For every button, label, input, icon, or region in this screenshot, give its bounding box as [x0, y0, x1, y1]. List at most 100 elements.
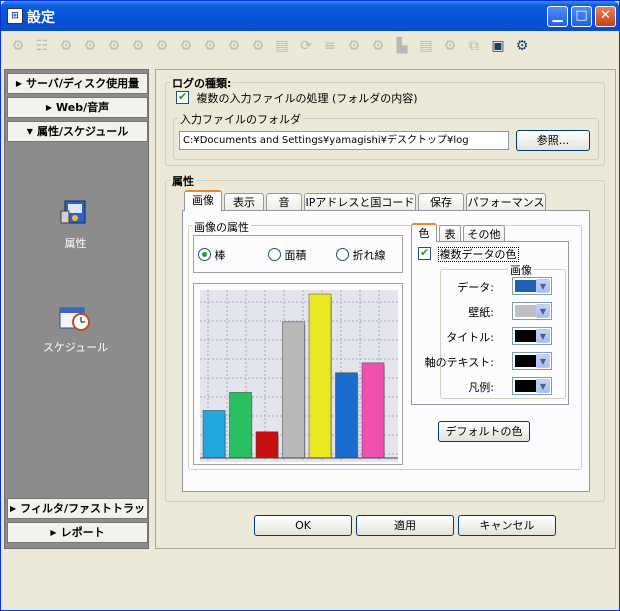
- triangle-right-icon: ▶: [50, 528, 57, 537]
- nav-label: レポート: [60, 526, 105, 539]
- tab-performance[interactable]: パフォーマンス: [466, 193, 546, 211]
- tool-icon[interactable]: ⧉: [465, 37, 483, 55]
- triangle-right-icon: ▶: [45, 103, 53, 112]
- color-swatch: [515, 355, 537, 367]
- nav-label: サーバ/ディスク使用量: [26, 77, 140, 90]
- tool-icon[interactable]: ⚙: [57, 37, 75, 55]
- window-title: 設定: [27, 10, 55, 26]
- chevron-down-icon[interactable]: ▼: [536, 329, 550, 343]
- multi-input-label: 複数の入力ファイルの処理 (フォルダの内容): [196, 92, 418, 105]
- tool-icon[interactable]: ⚙: [9, 37, 27, 55]
- color-picker[interactable]: ▼: [512, 302, 552, 320]
- color-swatch: [515, 330, 537, 342]
- tool-icon[interactable]: ▤: [273, 37, 291, 55]
- image-attr-title: 画像の属性: [192, 219, 251, 235]
- preview-bar: [282, 321, 305, 459]
- preview-bar: [202, 410, 226, 459]
- tool-icon[interactable]: ⚙: [345, 37, 363, 55]
- tab-image[interactable]: 画像: [184, 190, 222, 211]
- tool-icon[interactable]: ▙: [393, 37, 411, 55]
- radio-bar[interactable]: [198, 248, 211, 261]
- tool-icon[interactable]: ⚙: [225, 37, 243, 55]
- preview-bar: [308, 293, 332, 459]
- subtab-color[interactable]: 色: [411, 223, 437, 242]
- tool-icon[interactable]: ⚙: [129, 37, 147, 55]
- nav-server-disk[interactable]: ▶ サーバ/ディスク使用量: [7, 73, 148, 94]
- multi-input-option[interactable]: 複数の入力ファイルの処理 (フォルダの内容): [176, 90, 418, 106]
- apply-button[interactable]: 適用: [356, 515, 454, 536]
- color-subpanel: 複数データの色 画像 データ: ▼ 壁紙: ▼ タイトル: ▼ 軸のテキスト: ▼ 凡例: ▼: [411, 241, 569, 405]
- schedule-icon[interactable]: [57, 300, 91, 334]
- tool-icon[interactable]: ▤: [417, 37, 435, 55]
- attributes-icon[interactable]: [57, 195, 91, 229]
- tab-ip-country[interactable]: IPアドレスと国コード: [304, 193, 416, 211]
- color-picker[interactable]: ▼: [512, 327, 552, 345]
- tool-icon[interactable]: ⚙: [153, 37, 171, 55]
- radio-bar-option[interactable]: 棒: [198, 247, 226, 263]
- default-color-button[interactable]: デフォルトの色: [438, 421, 530, 442]
- tab-sound[interactable]: 音: [266, 193, 302, 211]
- tool-icon[interactable]: ⚙: [105, 37, 123, 55]
- color-row-label: 軸のテキスト:: [424, 356, 494, 369]
- settings-window: ⊞ 設定 ▁ □ ✕ ⚙ ☷ ⚙ ⚙ ⚙ ⚙ ⚙ ⚙ ⚙ ⚙ ⚙ ▤ ⟳ ≡ ⚙…: [0, 0, 620, 611]
- tool-icon[interactable]: ⚙: [369, 37, 387, 55]
- tool-icon[interactable]: ☷: [33, 37, 51, 55]
- color-picker[interactable]: ▼: [512, 377, 552, 395]
- radio-line-label: 折れ線: [352, 249, 386, 262]
- chevron-down-icon[interactable]: ▼: [536, 304, 550, 318]
- multi-input-checkbox[interactable]: [176, 90, 189, 104]
- nav-attributes-schedule[interactable]: ▼ 属性/スケジュール: [7, 121, 148, 142]
- color-row-label: タイトル:: [446, 331, 494, 344]
- minimize-button[interactable]: ▁: [547, 6, 568, 27]
- multi-data-color-checkbox[interactable]: [418, 246, 431, 260]
- tool-icon[interactable]: ≡: [321, 37, 339, 55]
- app-icon: ⊞: [7, 8, 23, 24]
- triangle-right-icon: ▶: [15, 79, 22, 88]
- tool-icon[interactable]: ⚙: [441, 37, 459, 55]
- radio-line[interactable]: [336, 248, 349, 261]
- nav-filter-fasttracker[interactable]: ▶フィルタ/ファストトラッカ: [7, 498, 148, 534]
- preview-bar: [255, 431, 279, 459]
- color-swatch: [515, 305, 537, 317]
- nav-web-audio[interactable]: ▶ Web/音声: [7, 97, 148, 118]
- title-bar[interactable]: ⊞ 設定 ▁ □ ✕: [1, 1, 619, 31]
- cancel-button[interactable]: キャンセル: [458, 515, 556, 536]
- chevron-down-icon[interactable]: ▼: [536, 379, 550, 393]
- browse-button[interactable]: 参照...: [516, 130, 590, 151]
- color-picker[interactable]: ▼: [512, 352, 552, 370]
- ok-button[interactable]: OK: [254, 515, 352, 536]
- network-icon[interactable]: ⚙: [513, 37, 531, 55]
- tab-display[interactable]: 表示: [224, 193, 264, 211]
- monitor-icon[interactable]: ▣: [489, 37, 507, 55]
- tool-icon[interactable]: ⚙: [81, 37, 99, 55]
- folder-path-input[interactable]: C:¥Documents and Settings¥yamagishi¥デスクト…: [179, 131, 509, 150]
- triangle-down-icon: ▼: [26, 127, 33, 136]
- radio-area[interactable]: [268, 248, 281, 261]
- image-color-title: 画像: [508, 262, 534, 278]
- tool-icon[interactable]: ⟳: [297, 37, 315, 55]
- radio-bar-label: 棒: [214, 249, 226, 262]
- color-picker[interactable]: ▼: [512, 277, 552, 295]
- tool-icon[interactable]: ⚙: [201, 37, 219, 55]
- preview-bar: [335, 372, 358, 459]
- tab-save[interactable]: 保存: [418, 193, 464, 211]
- tool-icon[interactable]: ⚙: [249, 37, 267, 55]
- nav-label: 属性/スケジュール: [36, 125, 129, 138]
- chevron-down-icon[interactable]: ▼: [536, 279, 550, 293]
- tool-icon[interactable]: ⚙: [177, 37, 195, 55]
- attributes-icon-label: 属性: [64, 237, 87, 250]
- radio-line-option[interactable]: 折れ線: [336, 247, 386, 263]
- chart-preview-frame: [193, 283, 403, 465]
- chevron-down-icon[interactable]: ▼: [536, 354, 550, 368]
- main-panel: ログの種類: 複数の入力ファイルの処理 (フォルダの内容) 入力ファイルのフォル…: [155, 69, 616, 549]
- maximize-button[interactable]: □: [571, 6, 592, 27]
- left-nav: ▶ サーバ/ディスク使用量 ▶ Web/音声 ▼ 属性/スケジュール 属性 スケジュー…: [4, 69, 149, 549]
- radio-area-option[interactable]: 面積: [268, 247, 307, 263]
- color-row-label: 凡例:: [468, 381, 494, 394]
- color-row-label: データ:: [457, 281, 494, 294]
- preview-bar: [229, 392, 252, 459]
- triangle-right-icon: ▶: [10, 504, 17, 513]
- multi-data-color-option[interactable]: 複数データの色: [418, 246, 519, 262]
- close-button[interactable]: ✕: [595, 6, 616, 27]
- nav-report[interactable]: ▶ レポート: [7, 522, 148, 543]
